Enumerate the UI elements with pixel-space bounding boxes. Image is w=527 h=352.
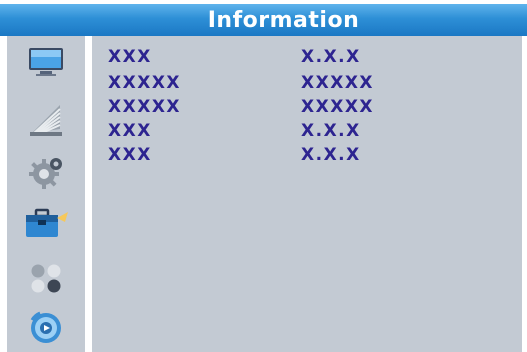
title-bar: Information [0,4,527,36]
info-screen: Information XXX X.X.X XXXXX XXXXX XXXXX … [0,0,527,352]
info-row: XXX X.X.X [92,120,522,142]
info-value: X.X.X [301,145,361,165]
sidebar-menu [7,36,85,352]
sidebar-item-tools[interactable] [7,202,85,246]
toolbox-icon [26,208,68,237]
info-value: X.X.X [301,121,361,141]
sidebar-item-tv[interactable] [7,39,85,83]
info-label: XXX [108,121,152,141]
page-title: Information [207,7,360,33]
sidebar-item-games[interactable] [7,256,85,300]
satellite-dish-icon [30,105,62,136]
info-value: XXXXX [301,73,375,93]
info-row: XXXXX XXXXX [92,72,522,94]
info-row: XXXXX XXXXX [92,96,522,118]
info-panel: XXX X.X.X XXXXX XXXXX XXXXX XXXXX XXX X.… [92,36,522,352]
info-row: XXX X.X.X [92,46,522,68]
info-label: XXX [108,47,152,67]
games-icon [31,264,61,293]
info-row: XXX X.X.X [92,144,522,166]
info-label: XXXXX [108,97,182,117]
sidebar-item-media[interactable] [7,306,85,350]
gear-settings-icon [29,158,62,189]
sidebar-item-satellite[interactable] [7,97,85,141]
tv-screen-icon [29,48,63,76]
info-value: XXXXX [301,97,375,117]
sidebar-item-settings[interactable] [7,150,85,194]
media-player-icon [30,311,61,343]
info-label: XXX [108,145,152,165]
info-label: XXXXX [108,73,182,93]
info-value: X.X.X [301,47,361,67]
